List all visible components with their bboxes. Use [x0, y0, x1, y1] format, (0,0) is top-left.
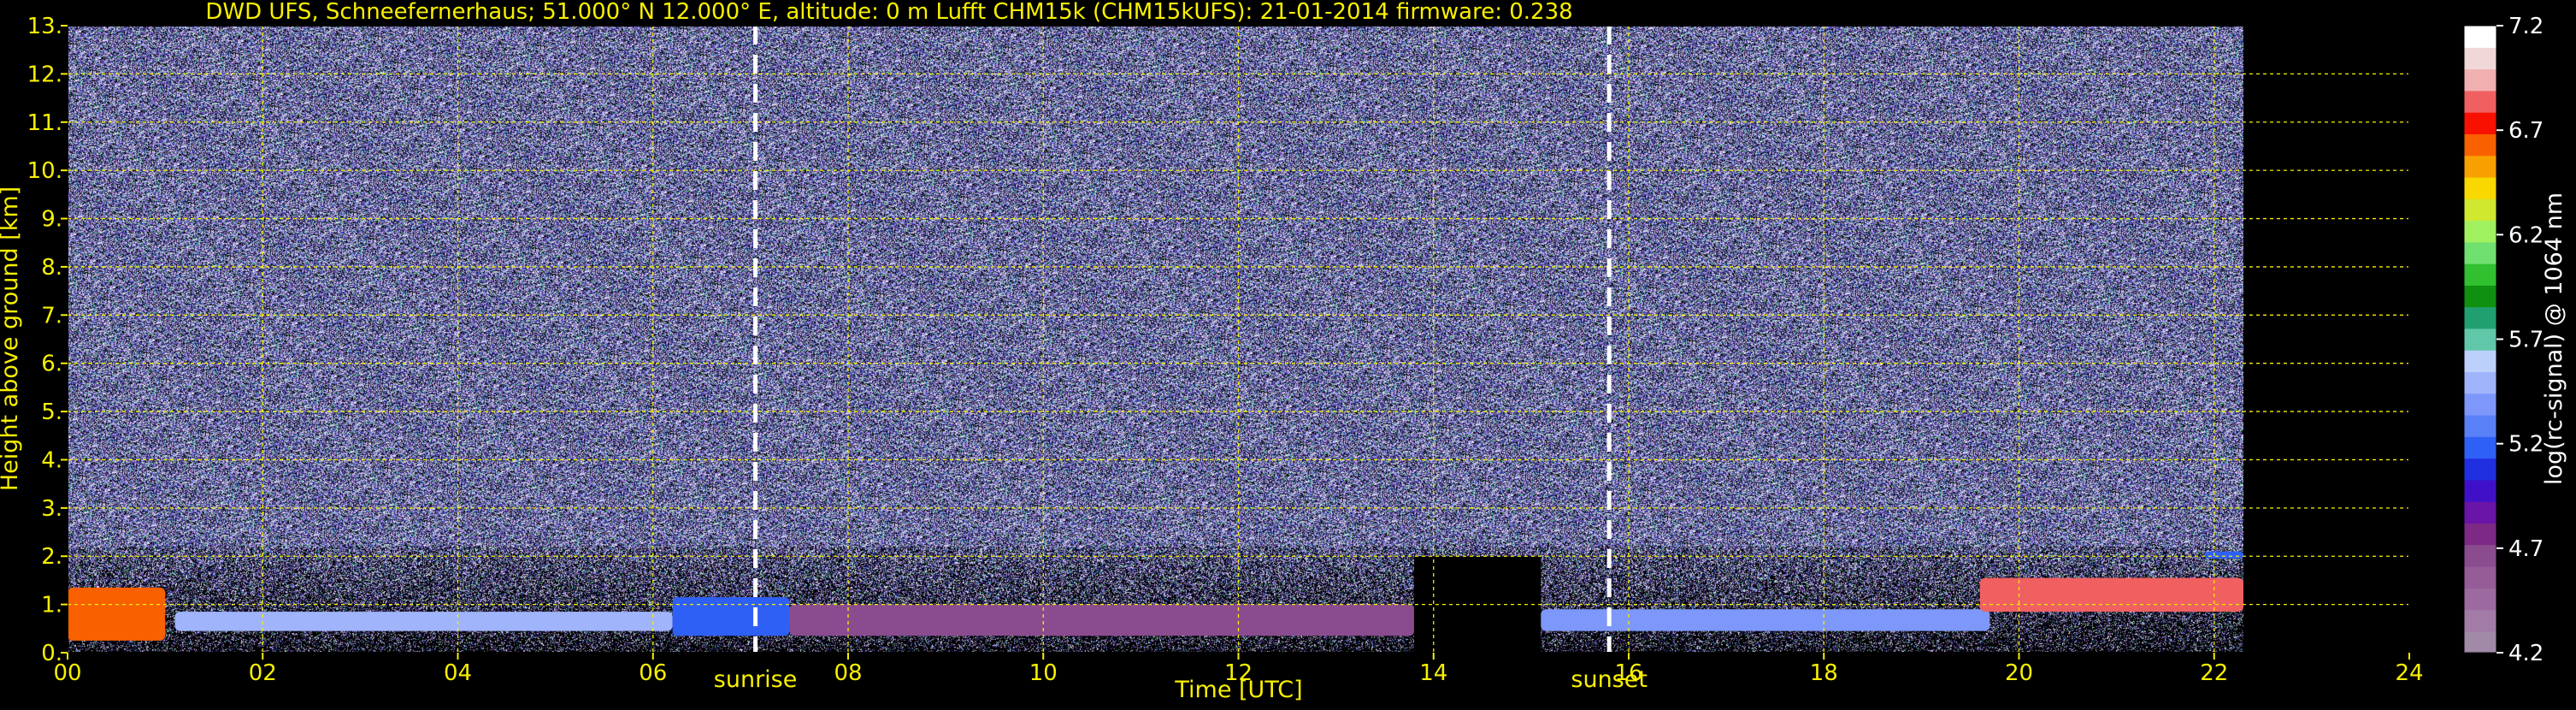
y-tick-label: 10. — [27, 158, 62, 184]
colorbar-swatch — [2464, 68, 2496, 92]
colorbar-swatch — [2464, 479, 2496, 502]
colorbar-swatch — [2464, 285, 2496, 308]
y-tick-label: 13. — [27, 14, 62, 39]
x-tick-label: 16 — [1614, 660, 1642, 686]
colorbar-swatch — [2464, 90, 2496, 113]
y-tick-label: 9. — [41, 207, 62, 233]
no-data-region — [2243, 26, 2409, 653]
x-tick-label: 08 — [834, 660, 862, 686]
colorbar-swatch — [2464, 26, 2496, 48]
x-tick-label: 22 — [2200, 660, 2228, 686]
y-tick-label: 3. — [41, 496, 62, 522]
y-axis-label: Height above ground [km] — [0, 186, 23, 491]
y-tick-label: 6. — [41, 352, 62, 377]
y-tick-label: 1. — [41, 593, 62, 618]
colorbar-tick-label: 4.2 — [2508, 641, 2544, 666]
colorbar-swatch — [2464, 458, 2496, 481]
colorbar-swatch — [2464, 523, 2496, 546]
backscatter-heatmap — [68, 26, 2409, 653]
colorbar-swatch — [2464, 155, 2496, 178]
y-tick-label: 7. — [41, 303, 62, 328]
colorbar-swatch — [2464, 112, 2496, 134]
x-tick-label: 14 — [1419, 660, 1447, 686]
colorbar-swatch — [2464, 176, 2496, 199]
colorbar-swatch — [2464, 263, 2496, 286]
colorbar-tick-label: 7.2 — [2508, 14, 2544, 39]
colorbar-swatch — [2464, 393, 2496, 416]
colorbar-swatch — [2464, 306, 2496, 329]
colorbar-swatch — [2464, 630, 2496, 654]
colorbar-swatch — [2464, 436, 2496, 459]
colorbar-swatch — [2464, 328, 2496, 351]
x-tick-label: 20 — [2005, 660, 2033, 686]
colorbar-tick-label: 5.2 — [2508, 432, 2544, 458]
aerosol-layer — [174, 612, 673, 631]
colorbar-swatch — [2464, 47, 2496, 70]
x-axis-label: Time [UTC] — [1174, 677, 1302, 703]
colorbar-tick-label: 4.7 — [2508, 536, 2544, 562]
colorbar-tick-label: 6.7 — [2508, 118, 2544, 144]
colorbar-swatch — [2464, 544, 2496, 567]
y-tick-label: 2. — [41, 544, 62, 570]
y-tick-label: 8. — [41, 255, 62, 281]
colorbar-swatch — [2464, 350, 2496, 373]
colorbar-swatch — [2464, 198, 2496, 222]
colorbar-swatch — [2464, 565, 2496, 589]
aerosol-layer — [68, 587, 166, 641]
colorbar-tick-label: 6.2 — [2508, 222, 2544, 248]
colorbar-label: log(rc-signal) @ 1064 nm — [2541, 192, 2567, 485]
y-tick-label: 4. — [41, 447, 62, 473]
noise-speckle — [68, 26, 2243, 653]
ceilometer-figure: DWD UFS, Schneefernerhaus; 51.000° N 12.… — [0, 0, 2576, 707]
x-tick-label: 10 — [1029, 660, 1058, 686]
y-tick-label: 5. — [41, 399, 62, 425]
aerosol-layer — [672, 597, 790, 636]
colorbar-swatch — [2464, 414, 2496, 437]
x-tick-label: 00 — [53, 660, 81, 686]
y-tick-label: 11. — [27, 110, 62, 136]
colorbar-swatch — [2464, 220, 2496, 243]
aerosol-layer — [789, 604, 1414, 636]
colorbar-swatch — [2464, 501, 2496, 524]
colorbar-swatch — [2464, 371, 2496, 394]
aerosol-layer — [2204, 551, 2243, 559]
sunrise-label: sunrise — [714, 666, 798, 693]
x-tick-label: 06 — [639, 660, 667, 686]
colorbar-tick-label: 5.7 — [2508, 328, 2544, 353]
colorbar-swatch — [2464, 609, 2496, 632]
x-tick-label: 24 — [2395, 660, 2423, 686]
x-tick-label: 04 — [444, 660, 472, 686]
x-tick-label: 02 — [249, 660, 277, 686]
y-tick-label: 12. — [27, 62, 62, 87]
colorbar-swatch — [2464, 133, 2496, 157]
chart-title: DWD UFS, Schneefernerhaus; 51.000° N 12.… — [205, 0, 1572, 25]
colorbar-swatch — [2464, 241, 2496, 264]
x-tick-label: 18 — [1810, 660, 1838, 686]
ceilometer-chart: DWD UFS, Schneefernerhaus; 51.000° N 12.… — [0, 0, 2576, 707]
colorbar-swatch — [2464, 588, 2496, 611]
